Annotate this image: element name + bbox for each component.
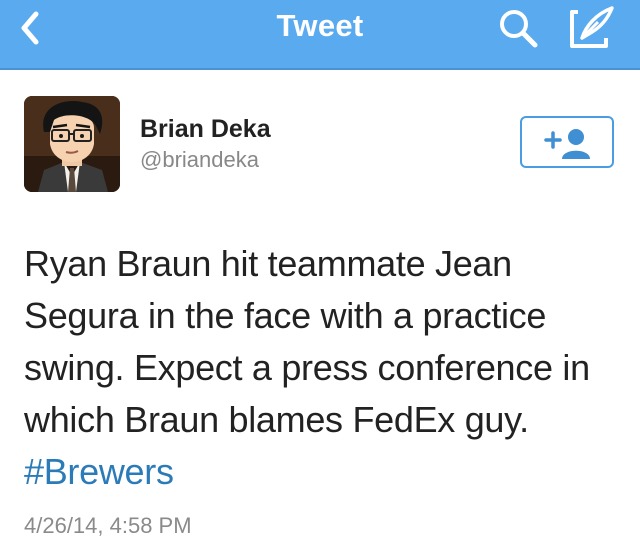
follow-button[interactable]: [520, 116, 614, 168]
page-title: Tweet: [276, 8, 364, 43]
timestamp: 4/26/14, 4:58 PM: [24, 513, 192, 538]
avatar[interactable]: [24, 96, 120, 192]
search-icon[interactable]: [496, 6, 540, 50]
nav-bar: Tweet: [0, 0, 640, 70]
tweet-text: Ryan Braun hit teammate Jean Segura in t…: [24, 238, 624, 498]
compose-icon[interactable]: [568, 4, 618, 52]
add-user-icon: [544, 129, 590, 159]
tweet-body: Ryan Braun hit teammate Jean Segura in t…: [24, 243, 590, 440]
hashtag-link[interactable]: #Brewers: [24, 451, 174, 492]
user-name[interactable]: Brian Deka: [140, 114, 271, 144]
user-handle: @briandeka: [140, 147, 259, 172]
